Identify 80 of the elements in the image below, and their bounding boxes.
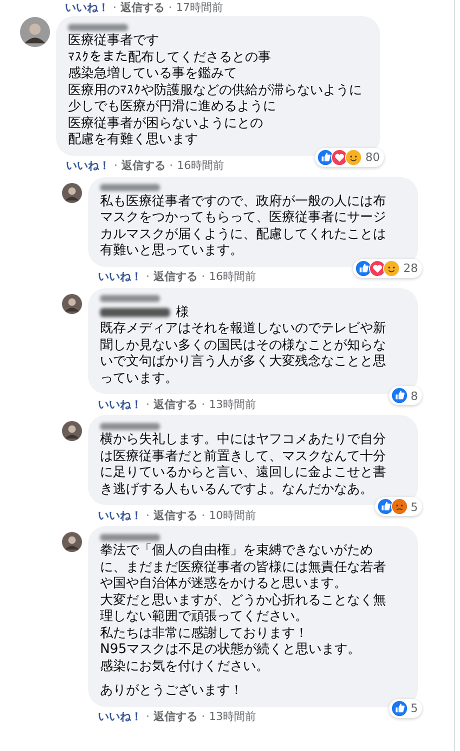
reply-link[interactable]: 返信する [154, 396, 198, 412]
reply-link[interactable]: 返信する [154, 709, 198, 724]
comment-line: 私も医療従事者ですので、政府が一般の人には布 [100, 194, 387, 210]
comment-line: 既存メディアはそれを報道しないのでテレビや新 [100, 321, 387, 338]
blurred-name [100, 184, 160, 191]
frown-icon [390, 498, 408, 515]
thumbs-up-icon [390, 387, 408, 404]
comment-line: 配慮を有難く思います [68, 132, 199, 148]
like-link[interactable]: いいね！ [98, 709, 142, 724]
avatar-icon[interactable] [20, 17, 50, 47]
separator-dot: · [113, 0, 116, 14]
avatar-icon[interactable] [62, 421, 82, 441]
reaction-summary[interactable]: 5 [374, 497, 422, 516]
separator-dot: · [146, 398, 150, 410]
comment-line: っています。 [100, 370, 179, 387]
blurred-name [68, 24, 128, 30]
comment-line: は医療従事者だと前置きして、マスクなんて十分 [100, 448, 387, 465]
separator-dot: · [202, 710, 205, 723]
separator-dot: · [114, 159, 118, 172]
comment-line: ありがとうございます！ [100, 683, 244, 700]
comment-line: 医療従事者です [68, 33, 160, 50]
like-link[interactable]: いいね！ [98, 508, 142, 522]
like-link[interactable]: いいね！ [98, 269, 142, 284]
comment-line: いで文句ばかり言う人が多く大変残念なことと思 [100, 354, 387, 370]
comment-line: カルマスクが届くように、配慮してくれたことは [100, 226, 387, 243]
separator-dot: · [146, 508, 150, 522]
comment-line: 私たちは非常に感謝しております！ [100, 626, 309, 642]
comment-line: 感染にお気を付けください。 [100, 658, 270, 675]
like-link[interactable]: いいね！ [65, 0, 109, 14]
comment-line: 聞しか見ない多くの国民はその様なことが知らな [100, 338, 387, 354]
smiley-icon [383, 260, 400, 276]
reaction-summary[interactable]: 5 [388, 698, 422, 718]
comment-line: 理しない範囲で頑張ってください。 [100, 609, 309, 626]
comment-line: に、まだまだ医療従事者の皆様には無責任な若者 [100, 560, 387, 576]
separator-dot: · [146, 270, 150, 283]
like-link[interactable]: いいね！ [66, 158, 110, 173]
reply-link[interactable]: 返信する [154, 508, 198, 522]
comment-line: 感染急増している事を鑑みて [68, 66, 238, 82]
comment-line: 大変だと思いますが、どうか心折れることなく無 [100, 592, 387, 609]
separator-dot: · [202, 398, 205, 410]
blurred-name [100, 534, 160, 540]
blurred-mention [100, 308, 170, 318]
comment-line: き逃げする人もいるんですよ。なんだかなあ。 [100, 482, 374, 498]
reply-link[interactable]: 返信する [154, 269, 198, 284]
blurred-name [100, 295, 160, 302]
timestamp: 17時間前 [176, 0, 223, 14]
reaction-summary[interactable]: 8 [388, 386, 422, 405]
comment-line: 医療用のﾏｽｸや防護服などの供給が滞らないように [68, 82, 363, 99]
comment-line: N95マスクは不足の状態が続くと思います。 [100, 642, 362, 658]
reaction-summary[interactable]: 80 [315, 148, 384, 166]
comment-line: 拳法で「個人の自由権」を束縛できないがため [100, 543, 374, 560]
comment-line: や国や自治体が迷惑をかけると思います。 [100, 576, 348, 592]
separator-dot: · [146, 710, 150, 723]
avatar-icon[interactable] [62, 532, 82, 552]
honorific-text: 様 [176, 304, 189, 321]
comment-line: 有難いと思っています。 [100, 243, 244, 260]
comment-line: に足りているからと言い、遠回しに金よこせと書 [100, 465, 387, 482]
reaction-summary[interactable]: 28 [353, 258, 422, 278]
avatar-icon[interactable] [62, 182, 82, 202]
timestamp: 13時間前 [209, 396, 256, 412]
comment-line: 医療従事者が困らないようにとの [68, 116, 264, 132]
comment-line: マスクをつかってもらって、医療従事者にサージ [100, 210, 387, 226]
timestamp: 10時間前 [209, 508, 256, 522]
comment-line: ﾏｽｸをまた配布してくださるとの事 [68, 50, 272, 66]
blurred-name [100, 422, 160, 430]
timestamp: 16時間前 [177, 158, 224, 173]
timestamp: 16時間前 [209, 269, 256, 284]
comment-line: 少しでも医療が円滑に進めるように [68, 99, 277, 116]
thumbs-up-icon [390, 700, 408, 716]
smiley-icon [345, 148, 362, 166]
avatar-icon[interactable] [62, 294, 82, 314]
separator-dot: · [168, 0, 172, 14]
like-link[interactable]: いいね！ [98, 396, 142, 412]
timestamp: 13時間前 [209, 709, 256, 724]
comment-line: 横から失礼します。中にはヤフコメあたりで自分 [100, 432, 387, 448]
separator-dot: · [202, 270, 205, 283]
reply-link[interactable]: 返信する [122, 158, 166, 173]
separator-dot: · [170, 159, 173, 172]
separator-dot: · [202, 508, 205, 522]
reply-link[interactable]: 返信する [120, 0, 164, 14]
